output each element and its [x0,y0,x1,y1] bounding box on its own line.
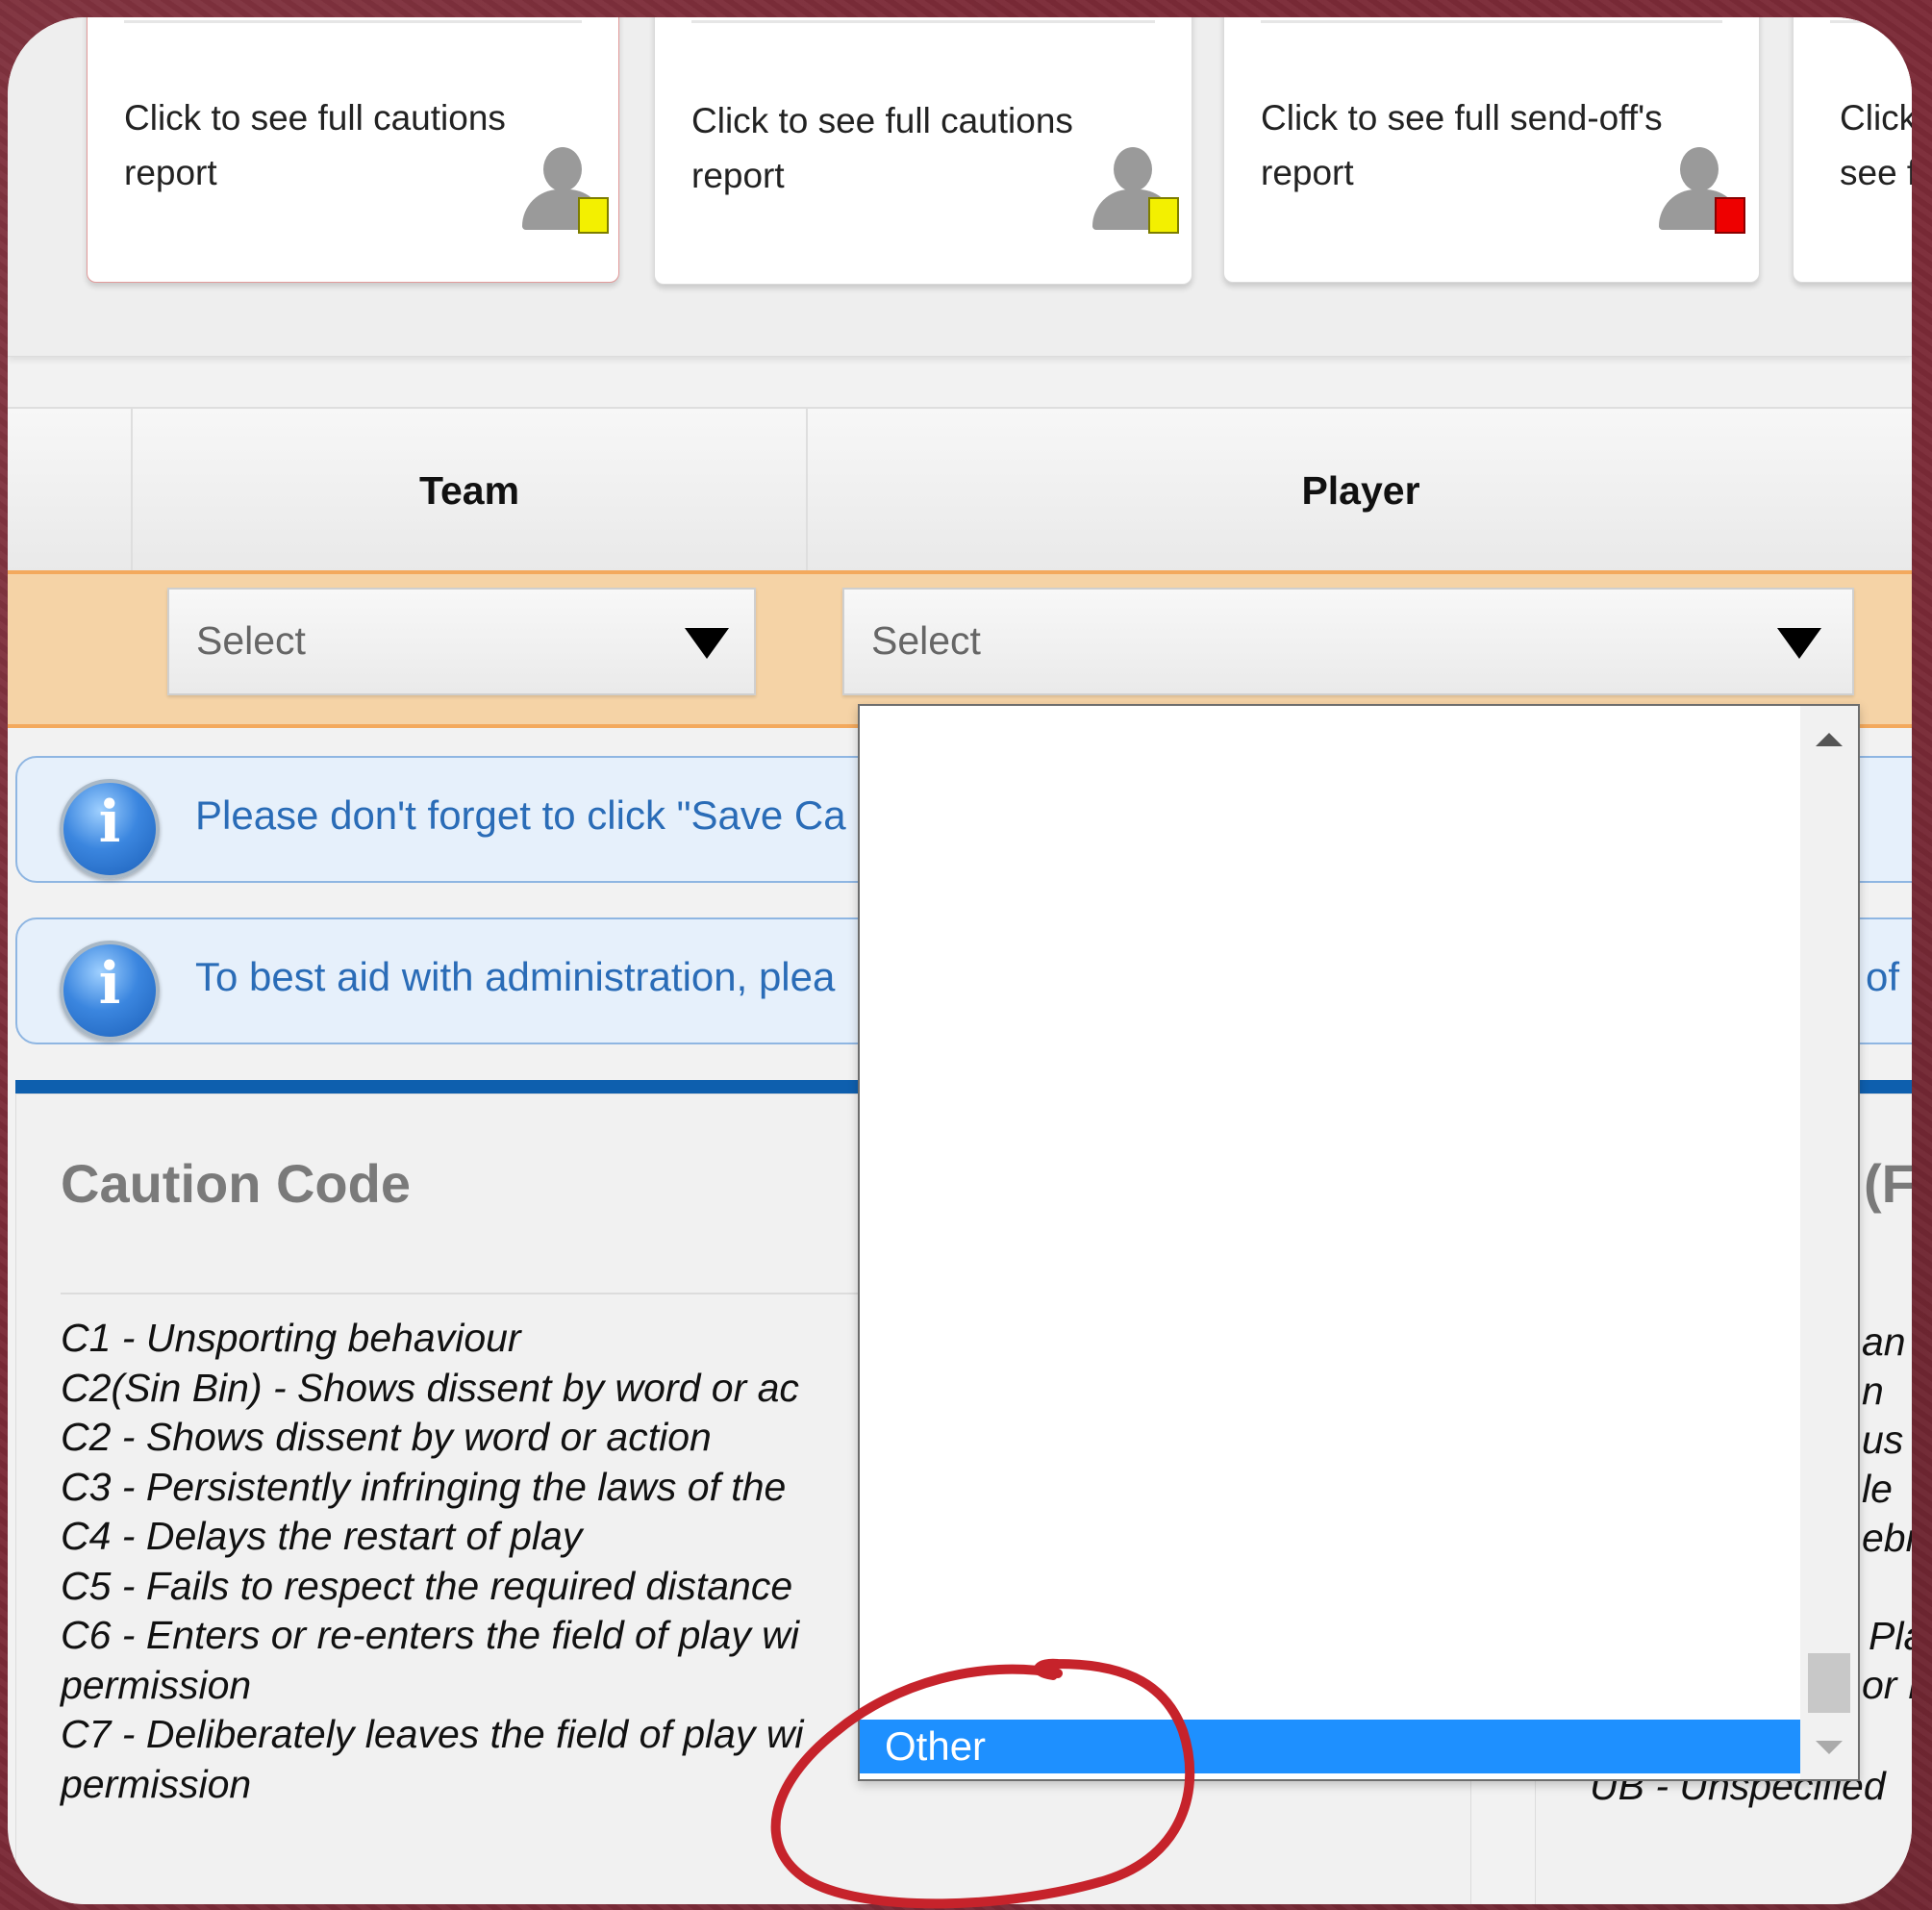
info-message: Please don't forget to click "Save Ca [195,792,846,838]
sendoff-code-fragment: Pla [1869,1614,1912,1658]
list-item: permission [61,1761,252,1806]
caution-code-list: C1 - Unsporting behaviour C2(Sin Bin) - … [61,1314,926,1809]
info-message-tail: of [1866,954,1900,999]
card-text: Click to see full cautions report [691,101,1073,195]
sendoff-code-fragment: us F [1862,1418,1912,1462]
sendoff-code-title: (F [1864,1153,1912,1214]
sendoff-code-fragment: le [1862,1467,1893,1511]
report-card-4[interactable]: Click to see full [1793,17,1912,283]
sendoffs-report-card[interactable]: Click to see full send-off's report [1223,17,1760,283]
card-text: Click to see full send-off's report [1261,98,1663,192]
sendoff-code-fragment: an [1862,1319,1906,1364]
scroll-up-icon[interactable] [1816,733,1843,746]
info-message: To best aid with administration, plea [195,954,836,999]
list-item: C3 - Persistently infringing the laws of… [61,1464,787,1509]
card-rule [124,20,582,23]
player-select[interactable]: Select [842,588,1854,695]
cautions-report-card-2[interactable]: Click to see full cautions report [654,17,1192,285]
info-icon: i [60,779,160,879]
chevron-down-icon [1777,628,1821,659]
player-select-value: Select [871,618,981,663]
dropdown-option-other[interactable]: Other [860,1720,1800,1773]
player-column-header[interactable]: Player [806,409,1912,572]
list-item: C4 - Delays the restart of play [61,1514,583,1558]
card-rule [1830,20,1912,23]
yellow-card-player-icon [1092,147,1179,234]
info-icon: i [60,941,160,1041]
caution-code-title: Caution Code [61,1153,411,1214]
dropdown-scrollbar[interactable] [1800,706,1858,1779]
panel-rule [61,1293,897,1294]
cautions-report-card-1[interactable]: Click to see full cautions report [87,17,619,283]
sendoff-code-fragment: ebr [1862,1516,1912,1560]
list-item: C2(Sin Bin) - Shows dissent by word or a… [61,1365,799,1410]
list-item: C5 - Fails to respect the required dista… [61,1563,793,1608]
team-select[interactable]: Select [167,588,756,695]
card-rule [691,20,1155,23]
player-dropdown-list[interactable]: Other [858,704,1860,1781]
sendoff-code-fragment: or F [1862,1663,1912,1707]
team-select-value: Select [196,618,306,663]
list-item: C7 - Deliberately leaves the field of pl… [61,1712,804,1756]
card-text: Click to see full cautions report [124,98,506,192]
list-item: permission [61,1662,252,1707]
screenshot-frame: Click to see full cautions report Click … [8,17,1912,1904]
list-item: C2 - Shows dissent by word or action [61,1415,712,1459]
team-column-header[interactable]: Team [131,409,806,572]
scrollbar-thumb[interactable] [1808,1653,1850,1713]
card-rule [1261,20,1722,23]
red-card-player-icon [1659,147,1745,234]
scroll-down-icon[interactable] [1816,1741,1843,1754]
sendoff-code-fragment: n [1862,1369,1884,1413]
yellow-card-player-icon [522,147,609,234]
table-header: Team Player [8,407,1912,572]
chevron-down-icon [685,628,729,659]
list-item: C6 - Enters or re-enters the field of pl… [61,1613,799,1657]
list-item: C1 - Unsporting behaviour [61,1316,521,1360]
card-text: Click to see full [1840,98,1912,192]
